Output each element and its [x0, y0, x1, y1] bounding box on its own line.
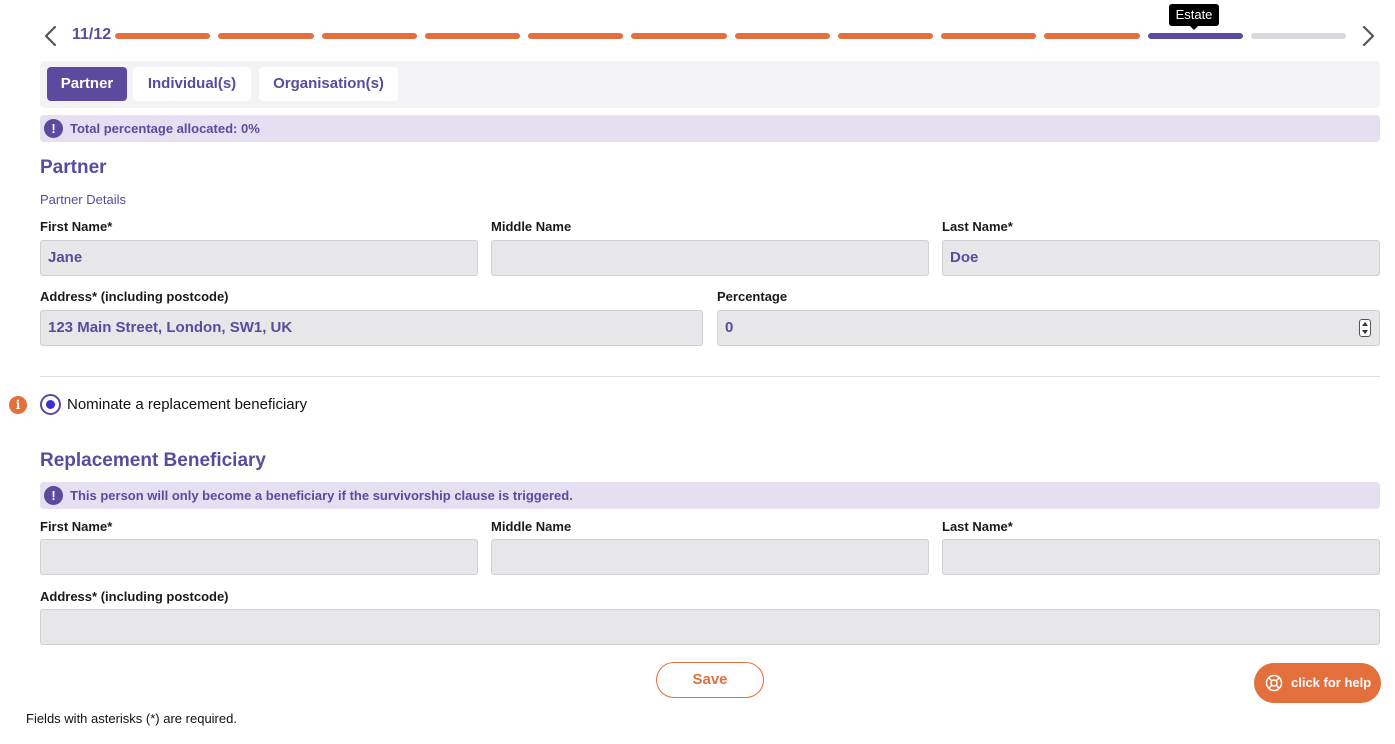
- partner-details-subheading: Partner Details: [40, 192, 126, 207]
- replacement-middle-name-label: Middle Name: [491, 519, 572, 534]
- progress-steps: [115, 33, 1346, 39]
- nominate-replacement-radio[interactable]: [40, 394, 61, 415]
- info-icon[interactable]: i: [9, 396, 27, 414]
- progress-step[interactable]: [424, 33, 520, 39]
- progress-step[interactable]: [1250, 33, 1346, 39]
- survivorship-notice: ! This person will only become a benefic…: [40, 482, 1380, 509]
- required-fields-note: Fields with asterisks (*) are required.: [26, 711, 237, 726]
- replacement-address-label: Address* (including postcode): [40, 589, 229, 604]
- progress-step[interactable]: [528, 33, 624, 39]
- help-button[interactable]: click for help: [1254, 663, 1381, 703]
- step-tooltip: Estate: [1169, 4, 1219, 30]
- replacement-last-name-label: Last Name*: [942, 519, 1013, 534]
- survivorship-notice-text: This person will only become a beneficia…: [70, 488, 573, 503]
- partner-percentage-label: Percentage: [717, 289, 788, 304]
- progress-step[interactable]: [218, 33, 314, 39]
- tab-organisations[interactable]: Organisation(s): [259, 67, 398, 101]
- progress-step[interactable]: [115, 33, 211, 39]
- partner-heading: Partner: [40, 157, 107, 178]
- replacement-address-field[interactable]: [40, 609, 1380, 645]
- partner-first-name-label: First Name*: [40, 219, 113, 234]
- partner-last-name-field[interactable]: Doe: [942, 240, 1380, 276]
- partner-percentage-value: 0: [725, 319, 734, 336]
- exclamation-icon: !: [44, 486, 63, 505]
- previous-step-arrow-icon[interactable]: [40, 24, 62, 48]
- partner-middle-name-label: Middle Name: [491, 219, 572, 234]
- lifebuoy-icon: [1265, 674, 1283, 692]
- progress-step[interactable]: [837, 33, 933, 39]
- progress-step[interactable]: [1044, 33, 1140, 39]
- save-button[interactable]: Save: [656, 662, 764, 698]
- partner-address-label: Address* (including postcode): [40, 289, 229, 304]
- progress-step[interactable]: [631, 33, 727, 39]
- tab-partner[interactable]: Partner: [47, 67, 127, 101]
- progress-step[interactable]: [321, 33, 417, 39]
- replacement-middle-name-field[interactable]: [491, 539, 929, 575]
- replacement-first-name-label: First Name*: [40, 519, 113, 534]
- radio-selected-dot: [46, 400, 55, 409]
- progress-step[interactable]: [734, 33, 830, 39]
- partner-percentage-field[interactable]: 0: [717, 310, 1380, 346]
- next-step-arrow-icon[interactable]: [1357, 24, 1379, 48]
- partner-address-field[interactable]: 123 Main Street, London, SW1, UK: [40, 310, 703, 346]
- replacement-first-name-field[interactable]: [40, 539, 478, 575]
- help-button-label: click for help: [1291, 675, 1372, 690]
- replacement-beneficiary-heading: Replacement Beneficiary: [40, 450, 266, 471]
- nominate-replacement-label[interactable]: Nominate a replacement beneficiary: [67, 396, 307, 413]
- tab-individuals[interactable]: Individual(s): [133, 67, 251, 101]
- exclamation-icon: !: [44, 119, 63, 138]
- number-spinner-icon[interactable]: [1359, 319, 1371, 337]
- progress-step-current[interactable]: [1147, 33, 1243, 39]
- partner-middle-name-field[interactable]: [491, 240, 929, 276]
- replacement-last-name-field[interactable]: [942, 539, 1380, 575]
- partner-last-name-label: Last Name*: [942, 219, 1013, 234]
- partner-first-name-field[interactable]: Jane: [40, 240, 478, 276]
- step-counter: 11/12: [72, 26, 112, 43]
- progress-step[interactable]: [941, 33, 1037, 39]
- beneficiary-tabs: Partner Individual(s) Organisation(s): [40, 61, 1380, 108]
- allocation-notice: ! Total percentage allocated: 0%: [40, 115, 1380, 142]
- section-divider: [40, 376, 1380, 377]
- allocation-notice-text: Total percentage allocated: 0%: [70, 121, 260, 136]
